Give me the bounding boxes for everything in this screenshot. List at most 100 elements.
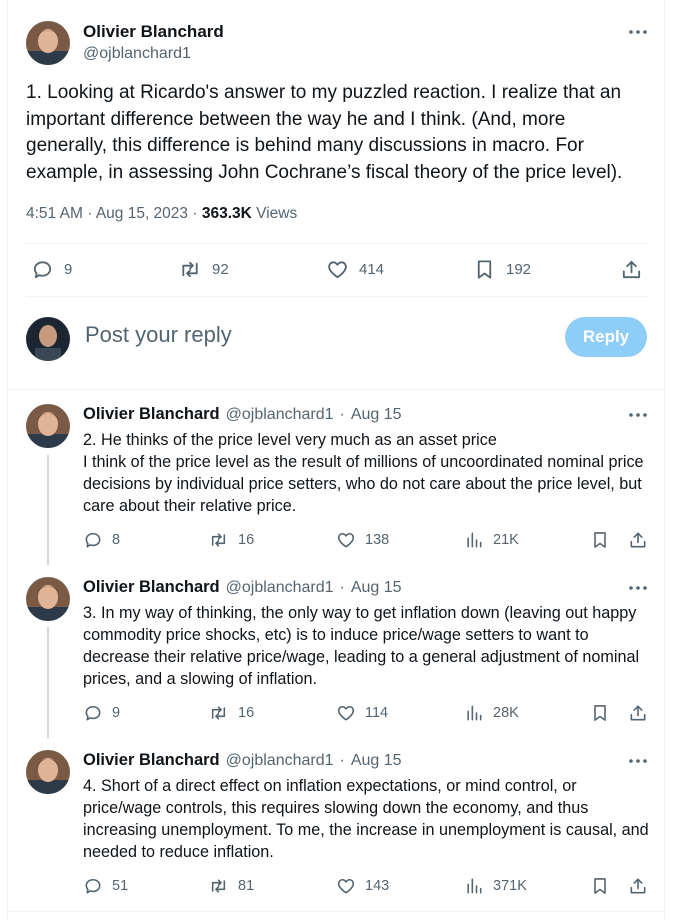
reply-header: Olivier Blanchard @ojblanchard1 · Aug 15 [83,405,402,424]
repost-action[interactable]: 92 [178,258,229,281]
share-upload-icon [630,532,646,548]
views-count: 363.3K [201,205,252,222]
speech-bubble-icon [33,261,52,279]
repost-count: 92 [212,261,229,278]
heart-icon [328,261,347,279]
like-action[interactable]: 138 [336,530,389,550]
heart-icon [337,705,355,721]
reply-count: 51 [112,878,129,894]
bookmark-action[interactable] [590,876,610,896]
bar-chart-icon [467,878,482,894]
bookmark-action[interactable]: 192 [473,258,531,281]
reply-action[interactable]: 9 [83,703,120,723]
like-count: 114 [365,705,389,721]
header-separator: · [339,752,345,769]
speech-bubble-icon [85,878,101,894]
share-upload-icon [622,260,641,279]
heart-icon [337,878,355,894]
bookmark-action[interactable] [590,530,610,550]
reply-button[interactable]: Reply [565,317,647,357]
divider [26,243,647,244]
reply-author-name[interactable]: Olivier Blanchard [83,751,220,770]
views-action[interactable]: 371K [464,876,527,896]
reply-action[interactable]: 9 [31,258,72,281]
reply-avatar[interactable] [26,750,70,794]
bar-chart-icon [467,705,482,721]
more-dots-icon[interactable] [628,405,648,425]
repost-action[interactable]: 81 [208,876,254,896]
header-separator: · [339,579,345,596]
like-action[interactable]: 143 [336,876,389,896]
divider [7,389,665,390]
divider [26,296,647,297]
share-action[interactable] [620,258,643,281]
repost-arrows-icon [211,533,226,547]
reply-date[interactable]: Aug 15 [351,579,402,597]
more-dots-icon[interactable] [628,22,648,42]
reply-header: Olivier Blanchard @ojblanchard1 · Aug 15 [83,578,402,597]
views-count: 371K [493,878,527,894]
views-action[interactable]: 21K [464,530,519,550]
bookmark-icon [477,260,492,279]
meta-separator: · [192,205,198,222]
reply-author-handle[interactable]: @ojblanchard1 [226,406,334,424]
more-dots-icon[interactable] [628,578,648,598]
reply-count: 9 [112,705,121,721]
repost-count: 81 [238,878,255,894]
author-handle[interactable]: @ojblanchard1 [83,45,191,63]
repost-action[interactable]: 16 [208,703,254,723]
reply-avatar[interactable] [26,577,70,621]
tweet-text: 1. Looking at Ricardo's answer to my puz… [26,82,623,183]
reply-text: 2. He thinks of the price level very muc… [83,431,644,515]
like-action[interactable]: 114 [336,703,388,723]
repost-arrows-icon [211,706,226,720]
reply-count: 8 [112,532,121,548]
more-dots-icon[interactable] [628,751,648,771]
speech-bubble-icon [85,705,101,721]
bookmark-count: 192 [506,261,532,278]
thread-line [47,455,49,565]
reply-date[interactable]: Aug 15 [351,752,402,770]
views-action[interactable]: 28K [464,703,519,723]
author-avatar[interactable] [26,21,70,65]
divider [7,911,665,912]
header-separator: · [339,406,345,423]
heart-icon [337,532,355,548]
speech-bubble-icon [85,532,101,548]
reply-text: 4. Short of a direct effect on inflation… [83,777,649,861]
like-action[interactable]: 414 [326,258,384,281]
share-action[interactable] [628,530,648,550]
reply-author-handle[interactable]: @ojblanchard1 [226,579,334,597]
reply-author-name[interactable]: Olivier Blanchard [83,578,220,597]
repost-action[interactable]: 16 [208,530,254,550]
thread-line [47,627,49,738]
share-action[interactable] [628,876,648,896]
reply-author-handle[interactable]: @ojblanchard1 [226,752,334,770]
reply-action[interactable]: 51 [83,876,128,896]
reply-avatar[interactable] [26,404,70,448]
like-count: 414 [359,261,385,278]
reply-header: Olivier Blanchard @ojblanchard1 · Aug 15 [83,751,402,770]
share-action[interactable] [628,703,648,723]
tweet-date[interactable]: Aug 15, 2023 [96,205,188,222]
reply-author-name[interactable]: Olivier Blanchard [83,405,220,424]
repost-arrows-icon [211,879,226,893]
reply-date[interactable]: Aug 15 [351,406,402,424]
tweet-time[interactable]: 4:51 AM [26,205,83,222]
views-count: 21K [493,532,519,548]
bookmark-icon [594,878,606,894]
repost-count: 16 [238,705,255,721]
share-upload-icon [630,878,646,894]
reply-input[interactable]: Post your reply [85,322,232,348]
author-name[interactable]: Olivier Blanchard [83,22,224,42]
bookmark-icon [594,532,606,548]
like-count: 138 [365,532,390,548]
repost-arrows-icon [182,261,198,278]
views-label: Views [256,205,298,222]
reply-text: 3. In my way of thinking, the only way t… [83,604,640,688]
user-avatar[interactable] [26,317,70,361]
bookmark-action[interactable] [590,703,610,723]
views-count: 28K [493,705,519,721]
reply-action[interactable]: 8 [83,530,120,550]
bar-chart-icon [467,532,482,548]
